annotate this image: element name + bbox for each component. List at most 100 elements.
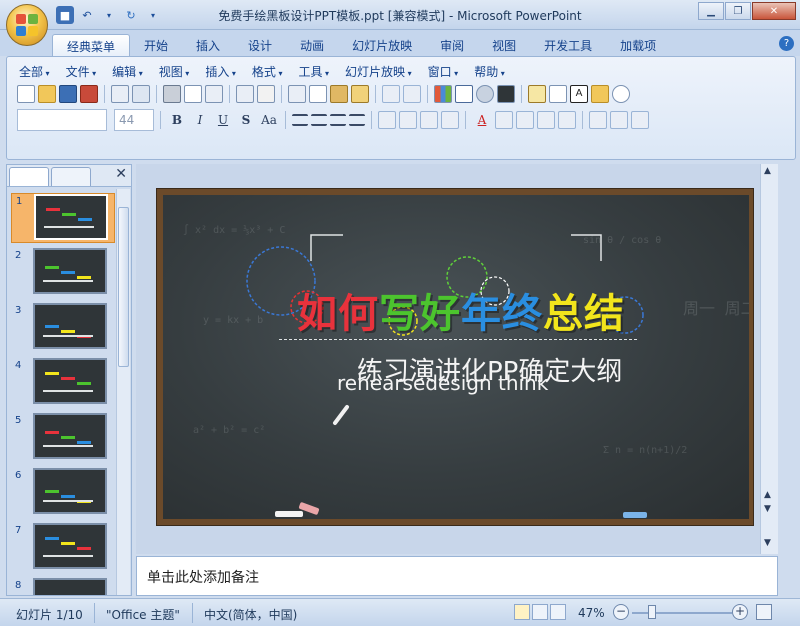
- bold-button[interactable]: B: [167, 110, 187, 130]
- new-slide-icon[interactable]: [528, 85, 546, 103]
- insert-clipart-icon[interactable]: [476, 85, 494, 103]
- undo-icon[interactable]: ↶: [78, 6, 96, 24]
- font-size-select[interactable]: 44: [114, 109, 154, 131]
- font-color-button[interactable]: A: [472, 110, 492, 130]
- customize-qat-icon[interactable]: ▾: [144, 6, 162, 24]
- slide-thumbnail[interactable]: 4: [11, 358, 115, 408]
- slide-layout-icon[interactable]: [549, 85, 567, 103]
- shrink-font-icon[interactable]: [516, 111, 534, 129]
- bullets-icon[interactable]: [441, 111, 459, 129]
- tab-4[interactable]: 动画: [286, 34, 338, 58]
- open-icon[interactable]: [38, 85, 56, 103]
- menu-item-3[interactable]: 视图: [155, 63, 202, 80]
- menu-item-5[interactable]: 格式: [248, 63, 295, 80]
- slide-scrollbar[interactable]: ▲ ▲ ▼ ▼: [760, 164, 778, 554]
- email-icon[interactable]: [111, 85, 129, 103]
- publish-icon[interactable]: [132, 85, 150, 103]
- restore-button[interactable]: ❐: [725, 2, 751, 20]
- slide-title[interactable]: 如何写好年终总结: [297, 281, 625, 339]
- slide-sorter-button[interactable]: [532, 604, 548, 620]
- tab-8[interactable]: 开发工具: [530, 34, 606, 58]
- redo-icon[interactable]: [403, 85, 421, 103]
- menu-item-8[interactable]: 窗口: [424, 63, 471, 80]
- permission-icon[interactable]: [80, 85, 98, 103]
- decrease-indent-icon[interactable]: [537, 111, 555, 129]
- thumbnail-scrollbar[interactable]: [116, 189, 130, 595]
- dropdown-icon[interactable]: ▾: [100, 6, 118, 24]
- menu-item-6[interactable]: 工具: [294, 63, 341, 80]
- page-setup-icon[interactable]: [205, 85, 223, 103]
- increase-indent-icon[interactable]: [558, 111, 576, 129]
- tab-1[interactable]: 开始: [130, 34, 182, 58]
- slide-thumbnail[interactable]: 2: [11, 248, 115, 298]
- align-center-icon[interactable]: [311, 114, 327, 126]
- undo-icon[interactable]: [382, 85, 400, 103]
- open-folder-icon[interactable]: [591, 85, 609, 103]
- tab-6[interactable]: 审阅: [426, 34, 478, 58]
- text-direction-icon[interactable]: [399, 111, 417, 129]
- quick-styles-icon[interactable]: [631, 111, 649, 129]
- numbering-icon[interactable]: [420, 111, 438, 129]
- notes-pane[interactable]: 单击此处添加备注: [136, 556, 778, 596]
- menu-item-1[interactable]: 文件: [62, 63, 109, 80]
- justify-icon[interactable]: [349, 114, 365, 126]
- slide-thumbnail[interactable]: 7: [11, 523, 115, 573]
- help-icon[interactable]: ?: [779, 36, 794, 51]
- spelling-icon[interactable]: [236, 85, 254, 103]
- insert-chart-icon[interactable]: [434, 85, 452, 103]
- tab-2[interactable]: 插入: [182, 34, 234, 58]
- insert-table-icon[interactable]: [455, 85, 473, 103]
- align-left-icon[interactable]: [292, 114, 308, 126]
- print-preview-icon[interactable]: [184, 85, 202, 103]
- scrollbar-thumb[interactable]: [118, 207, 129, 367]
- slide-thumbnail[interactable]: 6: [11, 468, 115, 518]
- menu-item-0[interactable]: 全部: [15, 63, 62, 80]
- tab-3[interactable]: 设计: [234, 34, 286, 58]
- menu-item-2[interactable]: 编辑: [108, 63, 155, 80]
- save-icon[interactable]: ■: [56, 6, 74, 24]
- menu-item-4[interactable]: 插入: [201, 63, 248, 80]
- align-right-icon[interactable]: [330, 114, 346, 126]
- tab-5[interactable]: 幻灯片放映: [338, 34, 426, 58]
- close-icon[interactable]: ✕: [115, 166, 127, 182]
- slide-thumbnail[interactable]: 3: [11, 303, 115, 353]
- tab-slides[interactable]: [9, 167, 49, 186]
- close-button[interactable]: ✕: [752, 2, 796, 20]
- previous-slide-icon[interactable]: ▲: [764, 490, 771, 500]
- slide-thumbnail[interactable]: 1: [11, 193, 115, 243]
- zoom-slider-thumb[interactable]: [648, 605, 656, 619]
- new-icon[interactable]: [17, 85, 35, 103]
- office-button[interactable]: [6, 4, 48, 46]
- normal-view-button[interactable]: [514, 604, 530, 620]
- slide-canvas[interactable]: ∫ x² dx = ⅓x³ + C y = kx + b a² + b² = c…: [156, 188, 754, 526]
- paste-icon[interactable]: [330, 85, 348, 103]
- print-icon[interactable]: [163, 85, 181, 103]
- zoom-out-button[interactable]: −: [613, 604, 629, 620]
- slide-subtitle-english[interactable]: rehearsedesign think: [337, 371, 548, 395]
- tab-0[interactable]: 经典菜单: [52, 34, 131, 58]
- italic-button[interactable]: I: [190, 110, 210, 130]
- underline-button[interactable]: U: [213, 110, 233, 130]
- arrange-icon[interactable]: [610, 111, 628, 129]
- fit-to-window-icon[interactable]: [756, 604, 772, 620]
- menu-item-9[interactable]: 帮助: [470, 63, 517, 80]
- zoom-level[interactable]: 47%: [578, 606, 605, 620]
- columns-icon[interactable]: [378, 111, 396, 129]
- redo-icon[interactable]: ↻: [122, 6, 140, 24]
- slideshow-button[interactable]: [550, 604, 566, 620]
- save-icon[interactable]: [59, 85, 77, 103]
- language-indicator[interactable]: 中文(简体，中国): [204, 606, 297, 623]
- zoom-slider-track[interactable]: [632, 612, 732, 614]
- text-box-icon[interactable]: A: [570, 85, 588, 103]
- copy-icon[interactable]: [309, 85, 327, 103]
- font-name-select[interactable]: [17, 109, 107, 131]
- tab-outline[interactable]: [51, 167, 91, 186]
- zoom-icon[interactable]: [612, 85, 630, 103]
- zoom-in-button[interactable]: +: [732, 604, 748, 620]
- shadow-button[interactable]: S: [236, 110, 256, 130]
- change-case-button[interactable]: Aa: [259, 110, 279, 130]
- tab-9[interactable]: 加载项: [606, 34, 670, 58]
- scroll-up-icon[interactable]: ▲: [764, 166, 771, 176]
- slide-thumbnail[interactable]: 5: [11, 413, 115, 463]
- grow-font-icon[interactable]: [495, 111, 513, 129]
